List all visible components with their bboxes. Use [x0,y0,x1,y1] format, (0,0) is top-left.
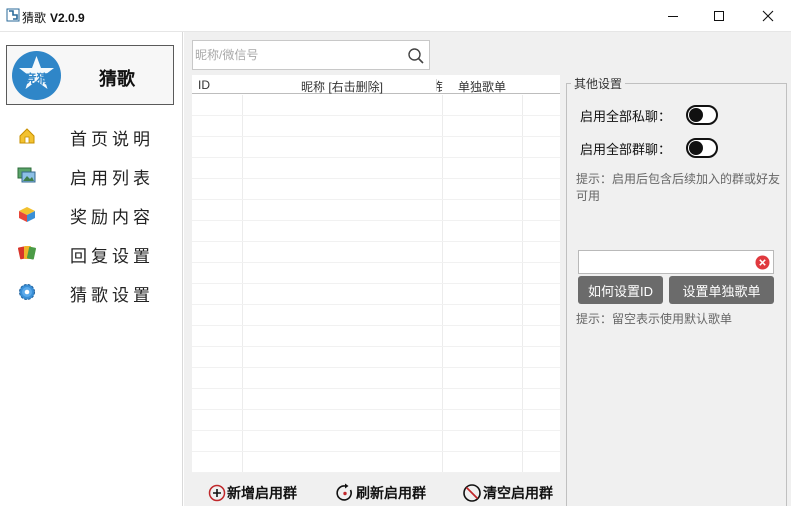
column-header-truncated[interactable]: 钅 [436,78,443,95]
sidebar-item-label: 回复设置 [70,247,154,266]
app-name: 猜歌 [22,11,47,25]
sidebar-item-home-guide[interactable]: 首页说明 [0,117,183,153]
table-row [192,221,560,242]
home-icon [19,128,35,144]
column-header-id[interactable]: ID [198,78,210,92]
playlist-hint-text: 提示：留空表示使用默认歌单 [576,312,733,326]
table-row [192,305,560,326]
photos-icon [17,167,36,183]
table-row [192,116,560,137]
close-icon [762,10,774,22]
table-row [192,431,560,452]
minimize-button[interactable] [650,0,696,32]
brand-name: 猜歌 [99,69,135,89]
gift-box-icon [19,207,35,222]
brand-card[interactable]: 竞猜 猜歌 [6,45,174,105]
table-row [192,95,560,116]
refresh-groups-label: 刷新启用群 [356,485,426,501]
maximize-icon [714,11,724,21]
search-input[interactable] [195,44,403,66]
sidebar-item-label: 首页说明 [70,130,154,149]
sidebar-item-guess-settings[interactable]: 猜歌设置 [0,273,183,309]
how-set-id-button[interactable]: 如何设置ID [578,276,663,304]
add-group-label: 新增启用群 [227,485,297,501]
gear-icon [19,284,35,300]
table-row [192,347,560,368]
cards-icon [18,246,36,260]
group-chat-toggle-row: 启用全部群聊： [580,137,718,159]
clear-input-icon[interactable] [755,255,770,270]
close-button[interactable] [745,0,791,32]
group-table[interactable]: ID 昵称 [右击删除] 钅 单独歌单 [192,75,560,473]
column-header-playlist[interactable]: 单独歌单 [458,78,506,95]
minimize-icon [668,16,678,17]
group-chat-toggle[interactable] [686,138,718,158]
sidebar-item-label: 奖励内容 [70,208,154,227]
sidebar-item-enabled-list[interactable]: 启用列表 [0,156,183,192]
search-box[interactable] [192,40,430,70]
set-playlist-button[interactable]: 设置单独歌单 [669,276,774,304]
table-row [192,410,560,431]
table-row [192,263,560,284]
clear-groups-label: 清空启用群 [483,485,553,501]
prohibit-icon [463,484,481,502]
title-bar: 猜歌 V2.0.9 [0,0,791,32]
add-group-button[interactable]: 新增启用群 [208,482,297,504]
sidebar-item-rewards[interactable]: 奖励内容 [0,195,183,231]
main-panel: ID 昵称 [右击删除] 钅 单独歌单 [184,32,791,506]
brand-logo-text: 竞猜 [24,71,48,86]
refresh-icon [336,483,352,501]
table-row [192,389,560,410]
refresh-groups-button[interactable]: 刷新启用群 [335,482,426,504]
add-circle-icon [208,484,226,502]
sidebar-item-label: 启用列表 [70,169,154,188]
other-settings-title: 其他设置 [571,75,626,92]
column-header-nickname[interactable]: 昵称 [右击删除] [301,78,383,95]
clear-groups-button[interactable]: 清空启用群 [462,482,553,504]
table-header: ID 昵称 [右击删除] 钅 单独歌单 [192,75,560,94]
table-row [192,326,560,347]
toggle-knob [689,108,703,122]
table-row [192,452,560,473]
table-row [192,368,560,389]
id-input[interactable] [582,253,748,271]
table-row [192,179,560,200]
group-chat-toggle-label: 启用全部群聊： [580,141,672,157]
table-row [192,158,560,179]
table-row [192,242,560,263]
toggle-knob [689,141,703,155]
id-input-box[interactable] [578,250,774,274]
table-body [192,95,560,473]
app-version: V2.0.9 [50,11,85,25]
search-icon[interactable] [407,47,425,65]
private-chat-toggle-label: 启用全部私聊： [580,108,672,124]
sidebar-item-reply-settings[interactable]: 回复设置 [0,234,183,270]
app-icon [6,8,20,22]
table-row [192,284,560,305]
maximize-button[interactable] [696,0,742,32]
brand-logo: 竞猜 [12,51,61,100]
enable-hint-text: 提示：启用后包含后续加入的群或好友可用 [576,172,781,203]
private-chat-toggle-row: 启用全部私聊： [580,104,718,126]
sidebar: 竞猜 猜歌 首页说明 启用列表 奖励内容 回复设置 猜歌设置 [0,32,183,506]
table-row [192,137,560,158]
table-row [192,200,560,221]
window-title: 猜歌 V2.0.9 [22,9,85,26]
sidebar-item-label: 猜歌设置 [70,286,154,305]
private-chat-toggle[interactable] [686,105,718,125]
